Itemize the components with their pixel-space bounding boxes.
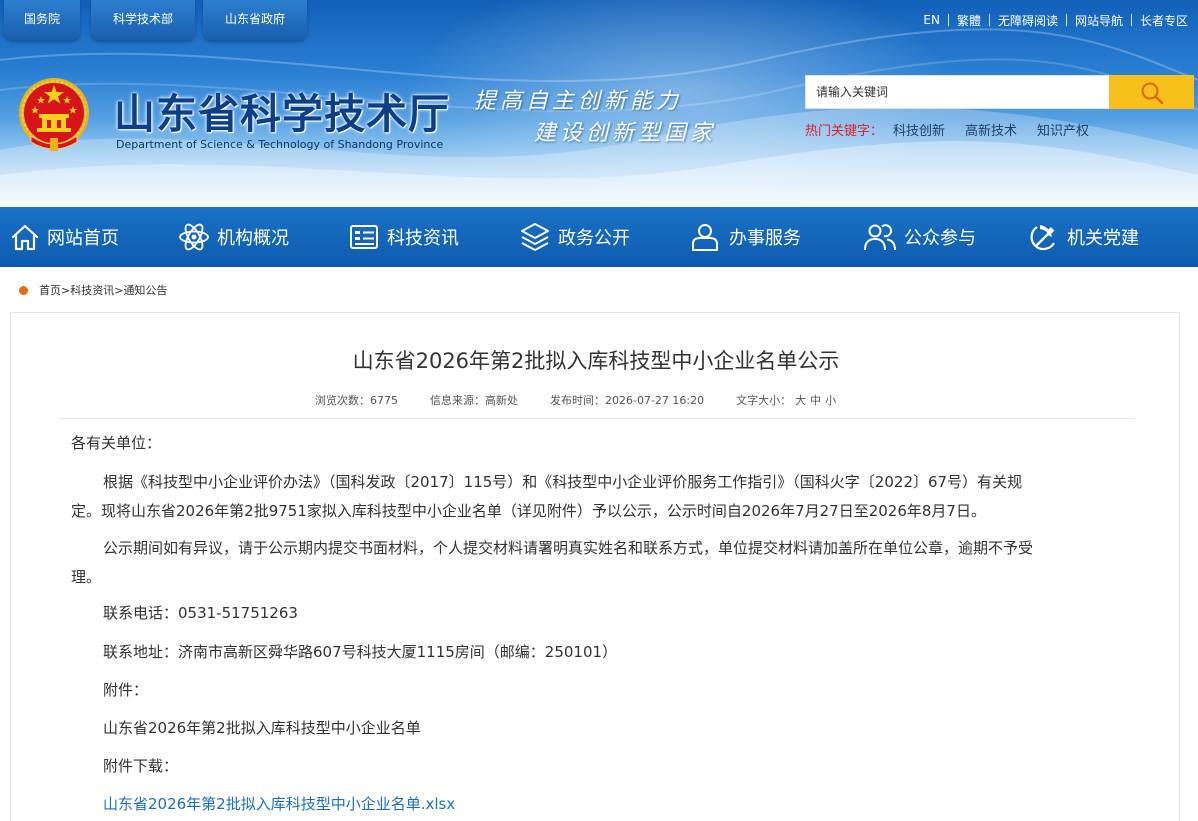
publish-date: 2026-07-27 16:20 — [605, 393, 705, 407]
home-icon — [11, 224, 39, 251]
font-size-label: 文字大小： — [736, 394, 792, 407]
paragraph-2-line-1: 公示期间如有异议，请于公示期内提交书面材料，个人提交材料请署明真实姓名和联系方式… — [103, 539, 1034, 557]
source-label: 信息来源： — [430, 394, 485, 407]
util-separator — [988, 14, 990, 26]
article: 山东省2026年第2批拟入库科技型中小企业名单公示 浏览次数： 6775 信息来… — [10, 312, 1180, 821]
main-nav: 网站首页 机构概况 科技资讯 政务公开 办事服务 公众参与 机关党建 — [0, 207, 1198, 267]
top-links: 国务院 科学技术部 山东省政府 — [0, 0, 340, 44]
breadcrumb-separator: > — [114, 283, 124, 297]
attachment-download-link[interactable]: 山东省2026年第2批拟入库科技型中小企业名单.xlsx — [103, 788, 455, 821]
breadcrumb-separator: > — [61, 283, 71, 297]
hot-keywords: 热门关键字： 科技创新 高新技术 知识产权 — [805, 120, 1089, 139]
attachment-label: 附件： — [103, 681, 149, 699]
hot-keyword[interactable]: 高新技术 — [965, 120, 1017, 139]
nav-label: 科技资讯 — [387, 228, 459, 249]
views-label: 浏览次数： — [315, 394, 370, 407]
attachment-name: 山东省2026年第2批拟入库科技型中小企业名单 — [103, 719, 421, 737]
people-icon — [864, 224, 896, 251]
date-label: 发布时间： — [550, 394, 605, 407]
util-link-elderly[interactable]: 长者专区 — [1140, 12, 1188, 29]
search-icon — [1141, 82, 1164, 105]
title-divider — [59, 418, 1134, 419]
util-link-traditional[interactable]: 繁體 — [957, 12, 981, 29]
atom-icon — [179, 223, 209, 251]
salutation: 各有关单位： — [71, 434, 162, 452]
breadcrumb: 首页 > 科技资讯 > 通知公告 — [19, 282, 167, 298]
breadcrumb-notices[interactable]: 通知公告 — [123, 282, 167, 298]
font-size-large-button[interactable]: 大 — [795, 392, 806, 408]
top-link-provincial-gov[interactable]: 山东省政府 — [203, 0, 307, 40]
nav-label: 机关党建 — [1067, 228, 1139, 249]
site-header: 国务院 科学技术部 山东省政府 EN 繁體 无障碍阅读 网站导航 长者专区 山东… — [0, 0, 1198, 207]
slogan-line-2: 建设创新型国家 — [534, 121, 717, 146]
hot-keywords-label: 热门关键字： — [805, 124, 884, 139]
util-separator — [947, 14, 949, 26]
font-size-medium-button[interactable]: 中 — [810, 392, 821, 408]
paragraph-1-line-2: 定。现将山东省2026年第2批9751家拟入库科技型中小企业名单（详见附件）予以… — [71, 502, 986, 520]
layers-icon — [521, 223, 549, 251]
national-emblem-icon — [19, 78, 89, 151]
nav-item-party-building[interactable]: 机关党建 — [1028, 207, 1139, 267]
nav-label: 公众参与 — [904, 228, 976, 249]
search-button[interactable] — [1109, 75, 1194, 109]
breadcrumb-news[interactable]: 科技资讯 — [70, 282, 114, 298]
nav-label: 政务公开 — [558, 228, 630, 249]
nav-item-services[interactable]: 办事服务 — [688, 207, 801, 267]
article-title: 山东省2026年第2批拟入库科技型中小企业名单公示 — [352, 349, 840, 373]
breadcrumb-home[interactable]: 首页 — [39, 282, 61, 298]
nav-item-about[interactable]: 机构概况 — [178, 207, 289, 267]
top-link-state-council[interactable]: 国务院 — [4, 0, 80, 40]
slogan-line-1: 提高自主创新能力 — [474, 89, 683, 114]
util-separator — [1130, 14, 1132, 26]
nav-item-home[interactable]: 网站首页 — [10, 207, 119, 267]
util-link-accessibility[interactable]: 无障碍阅读 — [998, 12, 1058, 29]
nav-label: 网站首页 — [47, 228, 119, 249]
breadcrumb-dot-icon — [19, 285, 28, 295]
site-title: 山东省科学技术厅 — [114, 90, 450, 138]
util-link-site-nav[interactable]: 网站导航 — [1075, 12, 1123, 29]
contact-address: 联系地址：济南市高新区舜华路607号科技大厦1115房间（邮编：250101） — [103, 643, 618, 661]
search-input[interactable] — [806, 76, 1109, 108]
util-link-english[interactable]: EN — [923, 13, 940, 27]
nav-item-news[interactable]: 科技资讯 — [348, 207, 459, 267]
top-link-most[interactable]: 科学技术部 — [91, 0, 195, 40]
nav-label: 办事服务 — [729, 228, 801, 249]
utility-links: EN 繁體 无障碍阅读 网站导航 长者专区 — [923, 11, 1188, 29]
search-box — [805, 75, 1110, 109]
font-size-small-button[interactable]: 小 — [825, 392, 836, 408]
article-meta: 浏览次数： 6775 信息来源： 高新处 发布时间： 2026-07-27 16… — [315, 392, 836, 408]
user-service-icon — [692, 224, 718, 251]
nav-item-participation[interactable]: 公众参与 — [863, 207, 976, 267]
hot-keyword[interactable]: 知识产权 — [1037, 120, 1089, 139]
contact-phone: 联系电话：0531-51751263 — [103, 604, 298, 622]
nav-label: 机构概况 — [217, 228, 289, 249]
util-separator — [1065, 14, 1067, 26]
paragraph-2-line-2: 理。 — [71, 568, 102, 586]
party-emblem-icon — [1030, 225, 1055, 251]
nav-item-gov-affairs[interactable]: 政务公开 — [519, 207, 630, 267]
source-value: 高新处 — [485, 394, 518, 407]
site-subtitle: Department of Science & Technology of Sh… — [116, 138, 444, 151]
views-count: 6775 — [370, 393, 398, 407]
hot-keyword[interactable]: 科技创新 — [893, 120, 945, 139]
news-icon — [350, 225, 378, 249]
download-label: 附件下载： — [103, 757, 179, 775]
